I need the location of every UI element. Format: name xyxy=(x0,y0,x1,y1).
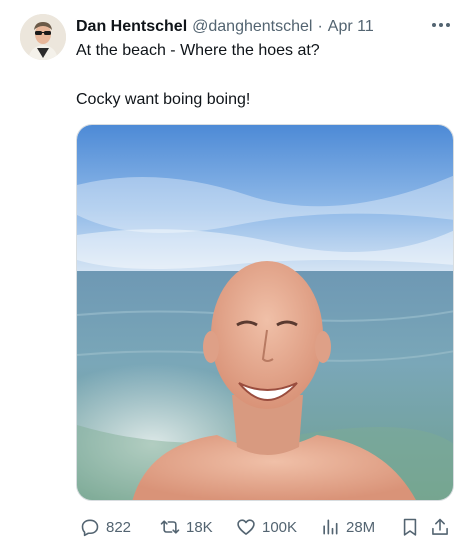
tweet-actions: 822 18K 100K 28M xyxy=(76,512,454,542)
avatar[interactable] xyxy=(20,14,66,60)
like-count: 100K xyxy=(262,518,298,536)
repost-count: 18K xyxy=(186,518,213,536)
avatar-image xyxy=(20,14,66,60)
reply-button[interactable]: 822 xyxy=(80,512,131,542)
views-icon xyxy=(323,519,338,535)
heart-icon xyxy=(237,519,255,535)
separator-dot: · xyxy=(317,18,323,35)
share-button[interactable] xyxy=(430,512,450,542)
beach-selfie-image xyxy=(77,125,453,500)
bookmark-button[interactable] xyxy=(400,512,420,542)
repost-icon xyxy=(160,520,180,534)
more-icon[interactable] xyxy=(428,14,454,36)
reply-icon xyxy=(81,519,99,537)
author-handle[interactable]: @danghentschel xyxy=(192,18,312,36)
views-button[interactable]: 28M xyxy=(320,512,375,542)
reply-count: 822 xyxy=(106,518,132,536)
share-icon xyxy=(432,518,448,535)
tweet-text-line-2: Cocky want boing boing! xyxy=(76,91,251,108)
views-count: 28M xyxy=(346,518,376,536)
repost-button[interactable]: 18K xyxy=(160,512,213,542)
tweet-text-line-1: At the beach - Where the hoes at? xyxy=(76,42,320,59)
bookmark-icon xyxy=(403,518,417,536)
tweet-header: Dan Hentschel @danghentschel · Apr 11 xyxy=(76,16,454,38)
tweet-photo[interactable] xyxy=(76,124,454,501)
like-button[interactable]: 100K xyxy=(236,512,297,542)
author-name[interactable]: Dan Hentschel xyxy=(76,18,187,36)
tweet-date[interactable]: Apr 11 xyxy=(328,18,374,36)
